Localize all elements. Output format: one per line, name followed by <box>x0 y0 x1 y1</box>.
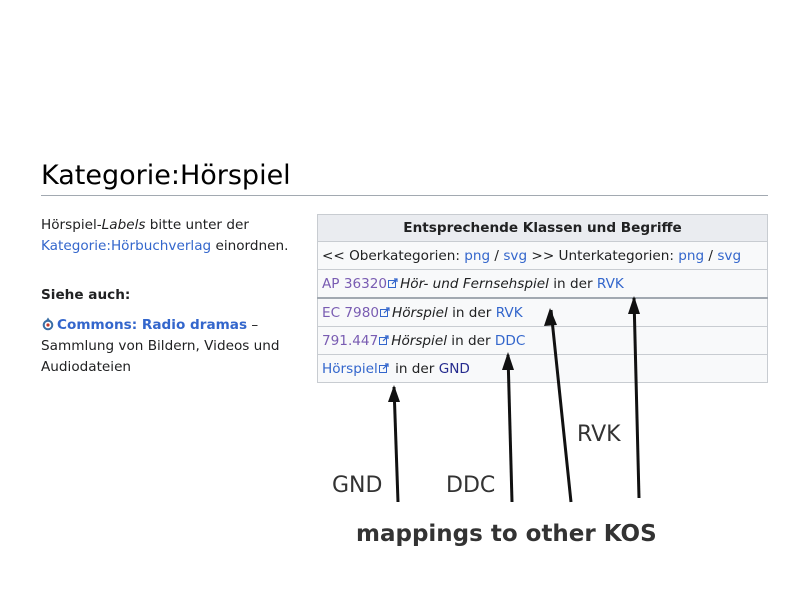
mapping-cell: AP 36320 Hör- und Fernsehspiel in der RVK <box>317 269 768 299</box>
mapping-in-der: in der <box>548 275 597 292</box>
mapping-in-der: in der <box>446 332 495 349</box>
mappings-caption: mappings to other KOS <box>356 521 657 547</box>
oberkategorien-svg-link[interactable]: svg <box>503 248 527 264</box>
hoerbuchverlag-category-link[interactable]: Kategorie:Hörbuchverlag <box>41 238 211 254</box>
nav-middle: >> Unterkategorien: <box>527 247 679 264</box>
rvk-system-link[interactable]: RVK <box>597 276 624 292</box>
external-link-icon <box>378 362 389 373</box>
mapping-term: Hörspiel <box>391 332 447 349</box>
external-link-icon <box>388 277 398 288</box>
ddc-791447-link[interactable]: 791.447 <box>322 333 378 349</box>
gnd-system-link[interactable]: GND <box>439 361 470 377</box>
nav-prefix: << Oberkategorien: <box>322 247 465 264</box>
external-link-icon <box>379 334 389 345</box>
external-link-icon <box>380 306 390 317</box>
table-header-row: Entsprechende Klassen und Begriffe <box>317 214 768 242</box>
nav-slash-2: / <box>704 247 718 264</box>
gnd-arrow <box>392 386 400 503</box>
mapping-row-gnd: Hörspiel in der GND <box>317 354 768 383</box>
see-also-heading: Siehe auch: <box>41 287 131 303</box>
mapping-cell: Hörspiel in der GND <box>317 354 768 383</box>
mapping-row-rvk-ec: EC 7980 Hörspiel in der RVK <box>317 297 768 327</box>
gnd-hoerspiel-link[interactable]: Hörspiel <box>322 361 378 377</box>
mapping-term: Hör- und Fernsehspiel <box>400 275 549 292</box>
gnd-annotation-label: GND <box>332 473 383 498</box>
unterkategorien-png-link[interactable]: png <box>678 248 704 264</box>
mapping-in-der: in der <box>390 360 439 377</box>
unterkategorien-svg-link[interactable]: svg <box>717 248 741 264</box>
page: Kategorie:Hörspiel Hörspiel-Labels bitte… <box>0 0 800 600</box>
mapping-in-der: in der <box>447 304 496 321</box>
kos-mapping-table: Entsprechende Klassen und Begriffe << Ob… <box>317 214 768 383</box>
mapping-cell: 791.447 Hörspiel in der DDC <box>317 326 768 355</box>
mapping-cell: EC 7980 Hörspiel in der RVK <box>317 297 768 327</box>
commons-reference: Commons: Radio dramas – Sammlung von Bil… <box>41 315 306 378</box>
ddc-system-link[interactable]: DDC <box>495 333 525 349</box>
intro-prefix: Hörspiel- <box>41 217 102 233</box>
nav-slash-1: / <box>490 247 504 264</box>
intro-middle: bitte unter der <box>145 217 249 233</box>
intro-labels-word: Labels <box>101 217 146 233</box>
mapping-term: Hörspiel <box>392 304 448 321</box>
commons-logo-icon <box>41 317 55 331</box>
rvk-ap36320-link[interactable]: AP 36320 <box>322 276 387 292</box>
ddc-annotation-label: DDC <box>446 473 496 498</box>
category-nav-cell: << Oberkategorien: png / svg >> Unterkat… <box>317 241 768 270</box>
oberkategorien-png-link[interactable]: png <box>464 248 490 264</box>
page-title: Kategorie:Hörspiel <box>41 160 291 191</box>
rvk-ec7980-link[interactable]: EC 7980 <box>322 305 379 321</box>
mapping-row-ddc: 791.447 Hörspiel in der DDC <box>317 326 768 355</box>
gnd-arrowhead <box>388 385 400 402</box>
category-nav-row: << Oberkategorien: png / svg >> Unterkat… <box>317 241 768 270</box>
commons-radio-dramas-link[interactable]: Commons: Radio dramas <box>57 317 247 333</box>
title-divider <box>41 195 768 196</box>
category-intro: Hörspiel-Labels bitte unter der Kategori… <box>41 215 311 257</box>
intro-suffix: einordnen. <box>211 238 289 254</box>
rvk-system-link[interactable]: RVK <box>496 305 523 321</box>
rvk-annotation-label: RVK <box>577 422 621 447</box>
table-header: Entsprechende Klassen und Begriffe <box>317 214 768 242</box>
mapping-row-rvk-ap: AP 36320 Hör- und Fernsehspiel in der RVK <box>317 269 768 299</box>
